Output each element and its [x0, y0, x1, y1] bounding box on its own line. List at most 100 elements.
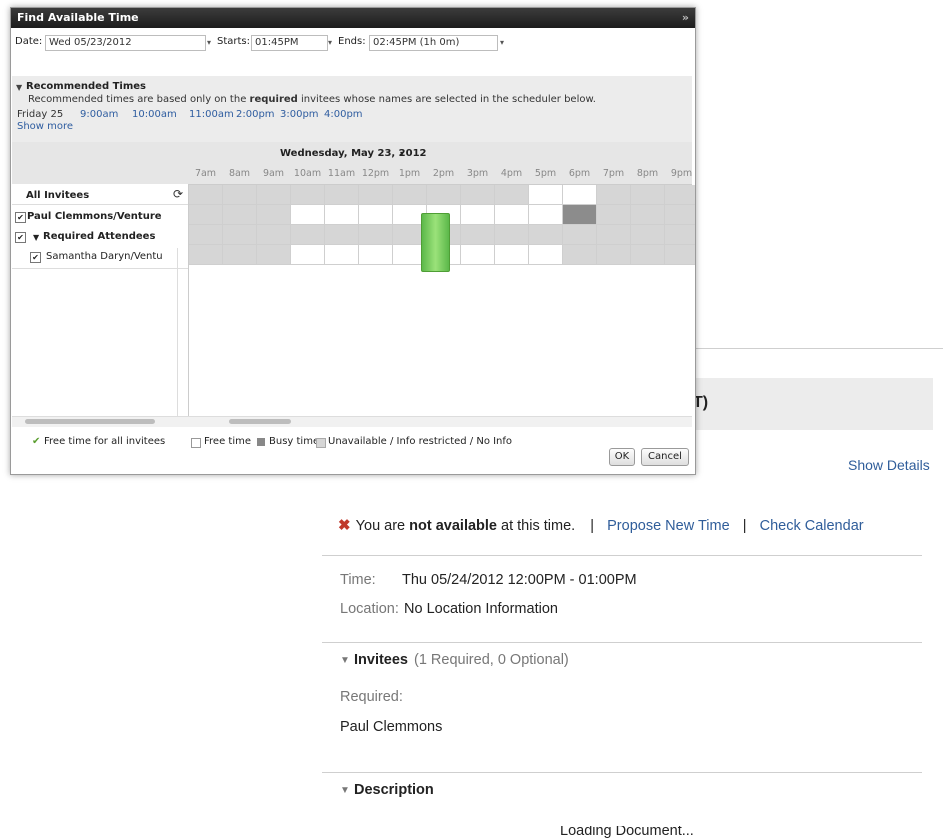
grid-cell[interactable]	[189, 185, 223, 205]
grid-cell[interactable]	[665, 205, 695, 225]
required-group-expand-icon[interactable]: ▼	[33, 233, 39, 242]
starts-dropdown-icon[interactable]: ▾	[325, 36, 335, 50]
grid-cell[interactable]	[223, 185, 257, 205]
grid-cell[interactable]	[325, 185, 359, 205]
grid-cell[interactable]	[665, 245, 695, 265]
grid-cell[interactable]	[291, 205, 325, 225]
hour-label: 6pm	[568, 168, 591, 179]
close-icon[interactable]: »	[682, 8, 689, 28]
grid-cell[interactable]	[257, 185, 291, 205]
grid-cell[interactable]	[291, 185, 325, 205]
grid-cell[interactable]	[257, 245, 291, 265]
grid-cell[interactable]	[393, 185, 427, 205]
grid-cell[interactable]	[495, 205, 529, 225]
grid-cell[interactable]	[563, 225, 597, 245]
grid-cell[interactable]	[597, 225, 631, 245]
grid-cell[interactable]	[461, 225, 495, 245]
grid-cell[interactable]	[597, 205, 631, 225]
invitee-checkbox-paul[interactable]: ✔	[15, 212, 26, 223]
recommended-time-6[interactable]: 4:00pm	[324, 109, 363, 120]
ok-button[interactable]: OK	[609, 448, 635, 466]
ends-field[interactable]: 02:45PM (1h 0m)	[369, 35, 498, 51]
grid-cell[interactable]	[461, 205, 495, 225]
grid-cell[interactable]	[665, 185, 695, 205]
availability-suffix: at this time.	[497, 518, 576, 534]
dialog-titlebar[interactable]: Find Available Time »	[11, 8, 695, 28]
recommended-description: Recommended times are based only on the …	[28, 94, 596, 105]
grid-cell[interactable]	[359, 225, 393, 245]
grid-cell[interactable]	[223, 205, 257, 225]
grid-cell[interactable]	[461, 185, 495, 205]
grid-cell[interactable]	[563, 205, 597, 225]
divider-2	[322, 642, 922, 643]
date-field[interactable]: Wed 05/23/2012	[45, 35, 206, 51]
grid-cell[interactable]	[597, 185, 631, 205]
hour-label: 11am	[327, 168, 356, 179]
grid-cell[interactable]	[495, 185, 529, 205]
ends-dropdown-icon[interactable]: ▾	[497, 36, 507, 50]
grid-cell[interactable]	[325, 225, 359, 245]
left-scrollbar[interactable]	[25, 419, 155, 424]
grid-cell[interactable]	[631, 225, 665, 245]
invitee-checkbox-samantha[interactable]: ✔	[30, 252, 41, 263]
refresh-icon[interactable]: ⟳	[173, 187, 183, 201]
show-details-link[interactable]: Show Details	[848, 457, 930, 473]
hour-label: 9am	[262, 168, 285, 179]
grid-cell[interactable]	[291, 245, 325, 265]
grid-cell[interactable]	[631, 205, 665, 225]
loading-document-text: Loading Document...	[560, 826, 694, 838]
grid-cell[interactable]	[359, 205, 393, 225]
grid-cell[interactable]	[563, 185, 597, 205]
grid-cell[interactable]	[325, 245, 359, 265]
show-more-link[interactable]: Show more	[17, 121, 73, 132]
invitees-heading[interactable]: Invitees	[354, 652, 408, 668]
grid-cell[interactable]	[529, 185, 563, 205]
grid-cell[interactable]	[189, 245, 223, 265]
grid-cell[interactable]	[631, 185, 665, 205]
date-heading-dropdown-icon[interactable]: ▾	[400, 149, 404, 158]
grid-scrollbar[interactable]	[229, 419, 291, 424]
grid-cell[interactable]	[189, 205, 223, 225]
recommended-heading[interactable]: Recommended Times	[26, 81, 146, 92]
cancel-button[interactable]: Cancel	[641, 448, 689, 466]
hour-label: 12pm	[361, 168, 390, 179]
grid-cell[interactable]	[291, 225, 325, 245]
check-calendar-link[interactable]: Check Calendar	[760, 518, 864, 534]
grid-cell[interactable]	[529, 245, 563, 265]
grid-cell[interactable]	[665, 225, 695, 245]
recommended-time-5[interactable]: 3:00pm	[280, 109, 319, 120]
selected-free-time-block[interactable]	[421, 213, 450, 272]
recommended-time-3[interactable]: 11:00am	[189, 109, 234, 120]
grid-cell[interactable]	[257, 205, 291, 225]
recommended-time-4[interactable]: 2:00pm	[236, 109, 275, 120]
grid-cell[interactable]	[325, 205, 359, 225]
date-dropdown-icon[interactable]: ▾	[204, 36, 214, 50]
grid-cell[interactable]	[427, 185, 461, 205]
description-collapse-icon[interactable]: ▼	[340, 785, 350, 796]
grid-cell[interactable]	[529, 205, 563, 225]
availability-grid[interactable]	[189, 184, 695, 417]
starts-field[interactable]: 01:45PM	[251, 35, 328, 51]
grid-cell[interactable]	[223, 225, 257, 245]
scheduler-date-heading[interactable]: Wednesday, May 23, 2012	[280, 148, 427, 159]
recommended-time-2[interactable]: 10:00am	[132, 109, 177, 120]
grid-cell[interactable]	[359, 245, 393, 265]
grid-cell[interactable]	[359, 185, 393, 205]
grid-cell[interactable]	[563, 245, 597, 265]
grid-cell[interactable]	[257, 225, 291, 245]
group-checkbox-required[interactable]: ✔	[15, 232, 26, 243]
grid-cell[interactable]	[631, 245, 665, 265]
propose-new-time-link[interactable]: Propose New Time	[607, 518, 730, 534]
description-heading[interactable]: Description	[354, 782, 434, 798]
invitees-collapse-icon[interactable]: ▼	[340, 655, 350, 666]
grid-cell[interactable]	[189, 225, 223, 245]
recommended-collapse-icon[interactable]: ▼	[16, 83, 22, 92]
grid-cell[interactable]	[529, 225, 563, 245]
grid-cell[interactable]	[223, 245, 257, 265]
availability-row: ✖ You are not available at this time. | …	[338, 515, 864, 534]
grid-cell[interactable]	[461, 245, 495, 265]
grid-cell[interactable]	[495, 245, 529, 265]
grid-cell[interactable]	[495, 225, 529, 245]
recommended-time-1[interactable]: 9:00am	[80, 109, 118, 120]
grid-cell[interactable]	[597, 245, 631, 265]
